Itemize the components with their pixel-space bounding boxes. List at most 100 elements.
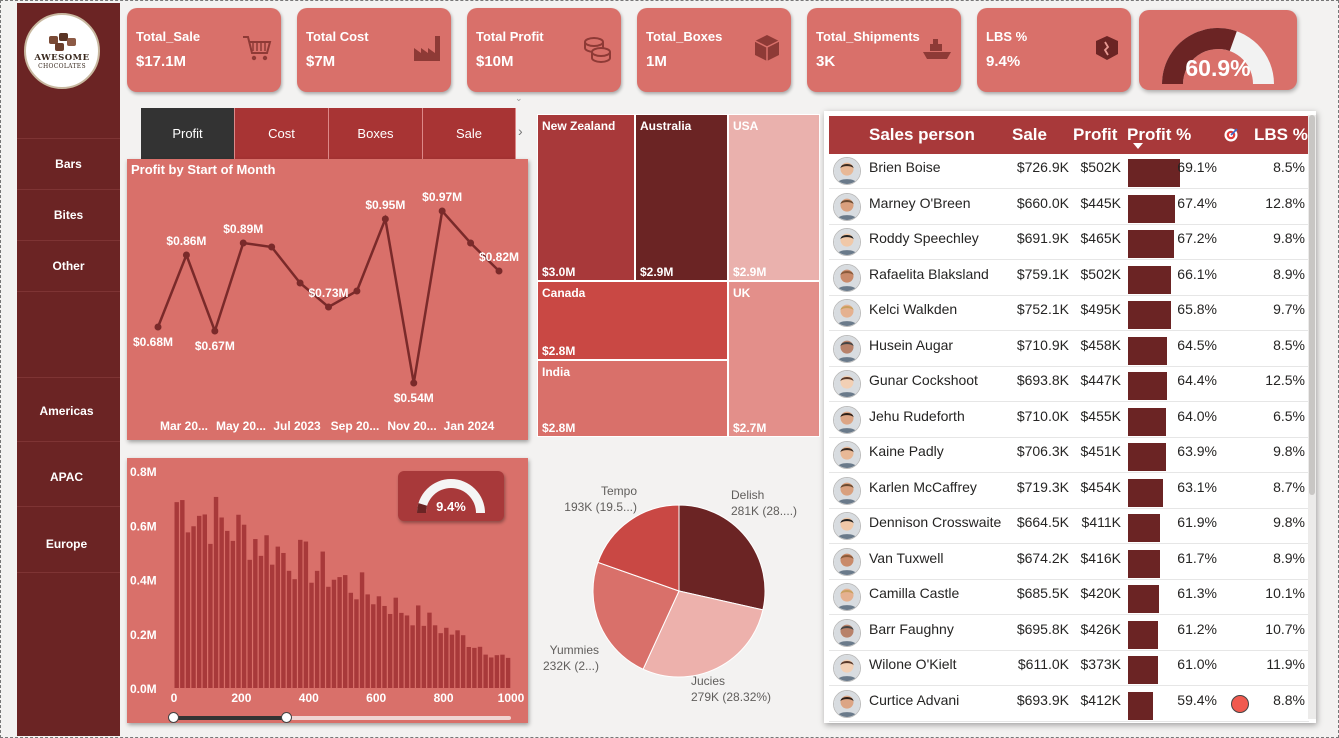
- histogram-bar[interactable]: [208, 543, 213, 688]
- table-row[interactable]: Dennison Crosswaite $664.5K $411K 61.9% …: [829, 509, 1309, 544]
- slicer-item-other[interactable]: Other: [17, 259, 120, 273]
- histogram-bar[interactable]: [180, 500, 185, 688]
- histogram-bar[interactable]: [247, 559, 252, 688]
- histogram-bar[interactable]: [466, 646, 471, 688]
- histogram-bar[interactable]: [326, 586, 331, 688]
- range-slider-handle-end[interactable]: [281, 712, 292, 723]
- histogram-bar[interactable]: [253, 539, 258, 688]
- histogram-bar[interactable]: [286, 570, 292, 688]
- treemap-cell[interactable]: Australia $2.9M: [635, 114, 728, 281]
- table-row[interactable]: Camilla Castle $685.5K $420K 61.3% 10.1%: [829, 580, 1309, 615]
- col-profit-percent[interactable]: Profit %: [1127, 125, 1191, 145]
- histogram-bar[interactable]: [213, 496, 219, 688]
- table-row[interactable]: Van Tuxwell $674.2K $416K 61.7% 8.9%: [829, 545, 1309, 580]
- histogram-bar[interactable]: [331, 579, 337, 688]
- data-point[interactable]: [154, 323, 162, 331]
- histogram-bar[interactable]: [376, 596, 382, 688]
- data-point[interactable]: [239, 239, 247, 247]
- chevron-right-icon[interactable]: ›: [518, 123, 523, 139]
- histogram-bar[interactable]: [354, 599, 359, 688]
- table-row[interactable]: Kaine Padly $706.3K $451K 63.9% 9.8%: [829, 438, 1309, 473]
- range-slider-handle-start[interactable]: [168, 712, 179, 723]
- table-row[interactable]: Marney O'Breen $660.0K $445K 67.4% 12.8%: [829, 190, 1309, 225]
- histogram-bar[interactable]: [427, 612, 432, 688]
- data-point[interactable]: [296, 279, 304, 287]
- histogram-bar[interactable]: [298, 539, 303, 688]
- slicer-item-bars[interactable]: Bars: [17, 157, 120, 171]
- histogram-bar[interactable]: [421, 625, 427, 688]
- histogram-bar[interactable]: [399, 612, 404, 688]
- histogram-bar[interactable]: [303, 541, 309, 688]
- histogram-bar[interactable]: [387, 613, 393, 688]
- table-row[interactable]: Jehu Rudeforth $710.0K $455K 64.0% 6.5%: [829, 403, 1309, 438]
- histogram-bar[interactable]: [348, 592, 354, 688]
- histogram-bar[interactable]: [505, 657, 511, 688]
- sort-desc-icon[interactable]: [1133, 143, 1143, 149]
- histogram-bar[interactable]: [174, 502, 179, 688]
- histogram-bar[interactable]: [269, 564, 275, 688]
- tab-sale[interactable]: Sale: [423, 108, 516, 159]
- table-row[interactable]: Roddy Speechley $691.9K $465K 67.2% 9.8%: [829, 225, 1309, 260]
- histogram-bar[interactable]: [483, 654, 488, 688]
- data-point[interactable]: [438, 207, 446, 215]
- tab-profit[interactable]: Profit: [141, 108, 235, 159]
- treemap-cell[interactable]: India $2.8M: [537, 360, 728, 437]
- histogram-bar[interactable]: [264, 535, 269, 688]
- chevron-down-icon[interactable]: ⌄: [515, 93, 523, 104]
- data-point[interactable]: [325, 303, 332, 311]
- histogram-bar[interactable]: [359, 572, 365, 688]
- histogram-bar[interactable]: [258, 555, 264, 688]
- histogram-bar[interactable]: [309, 582, 314, 688]
- histogram-bar[interactable]: [444, 627, 449, 688]
- data-point[interactable]: [211, 327, 219, 335]
- histogram-bar[interactable]: [219, 517, 224, 688]
- histogram-bar[interactable]: [225, 530, 230, 688]
- col-sale[interactable]: Sale: [1012, 125, 1047, 145]
- slicer-item-apac[interactable]: APAC: [15, 470, 118, 484]
- histogram-bar[interactable]: [230, 540, 236, 688]
- treemap-cell[interactable]: Canada $2.8M: [537, 281, 728, 360]
- histogram-bar[interactable]: [494, 655, 500, 688]
- data-point[interactable]: [381, 215, 389, 223]
- tab-cost[interactable]: Cost: [235, 108, 329, 159]
- histogram-bar[interactable]: [281, 552, 286, 688]
- histogram-bar[interactable]: [241, 524, 247, 688]
- histogram-bar[interactable]: [393, 597, 398, 688]
- histogram-bar[interactable]: [343, 575, 348, 688]
- histogram-bar[interactable]: [477, 646, 483, 688]
- histogram-bar[interactable]: [404, 615, 410, 688]
- histogram-bar[interactable]: [292, 579, 297, 688]
- slicer-item-americas[interactable]: Americas: [15, 404, 118, 418]
- histogram-bar[interactable]: [438, 633, 443, 688]
- histogram-bar[interactable]: [236, 514, 241, 688]
- table-row[interactable]: Kelci Walkden $752.1K $495K 65.8% 9.7%: [829, 296, 1309, 331]
- histogram-bar[interactable]: [432, 625, 438, 688]
- table-row[interactable]: Gunar Cockshoot $693.8K $447K 64.4% 12.5…: [829, 367, 1309, 402]
- histogram-bar[interactable]: [337, 577, 342, 688]
- data-point[interactable]: [182, 251, 190, 259]
- histogram-bar[interactable]: [500, 654, 505, 688]
- scrollbar-thumb[interactable]: [1309, 115, 1315, 495]
- histogram-bar[interactable]: [371, 604, 376, 688]
- histogram-bar[interactable]: [472, 647, 477, 688]
- data-point[interactable]: [353, 287, 361, 295]
- data-point[interactable]: [495, 267, 503, 275]
- data-point[interactable]: [268, 243, 276, 251]
- histogram-bar[interactable]: [202, 514, 207, 688]
- histogram-bar[interactable]: [489, 657, 494, 688]
- histogram-bar[interactable]: [449, 634, 455, 688]
- tab-boxes[interactable]: Boxes: [329, 108, 423, 159]
- histogram-bar[interactable]: [416, 605, 421, 688]
- table-row[interactable]: Rafaelita Blaksland $759.1K $502K 66.1% …: [829, 261, 1309, 296]
- histogram-bar[interactable]: [196, 515, 202, 688]
- col-sales-person[interactable]: Sales person: [869, 125, 975, 145]
- treemap-cell[interactable]: USA $2.9M: [728, 114, 820, 281]
- table-row[interactable]: Brien Boise $726.9K $502K 69.1% 8.5%: [829, 154, 1309, 189]
- histogram-bar[interactable]: [455, 630, 460, 688]
- histogram-bar[interactable]: [365, 594, 370, 688]
- slicer-item-europe[interactable]: Europe: [15, 537, 118, 551]
- histogram-bar[interactable]: [320, 551, 325, 688]
- table-row[interactable]: Wilone O'Kielt $611.0K $373K 61.0% 11.9%: [829, 651, 1309, 686]
- histogram-bar[interactable]: [275, 546, 281, 688]
- col-lbs-percent[interactable]: LBS %: [1254, 125, 1308, 145]
